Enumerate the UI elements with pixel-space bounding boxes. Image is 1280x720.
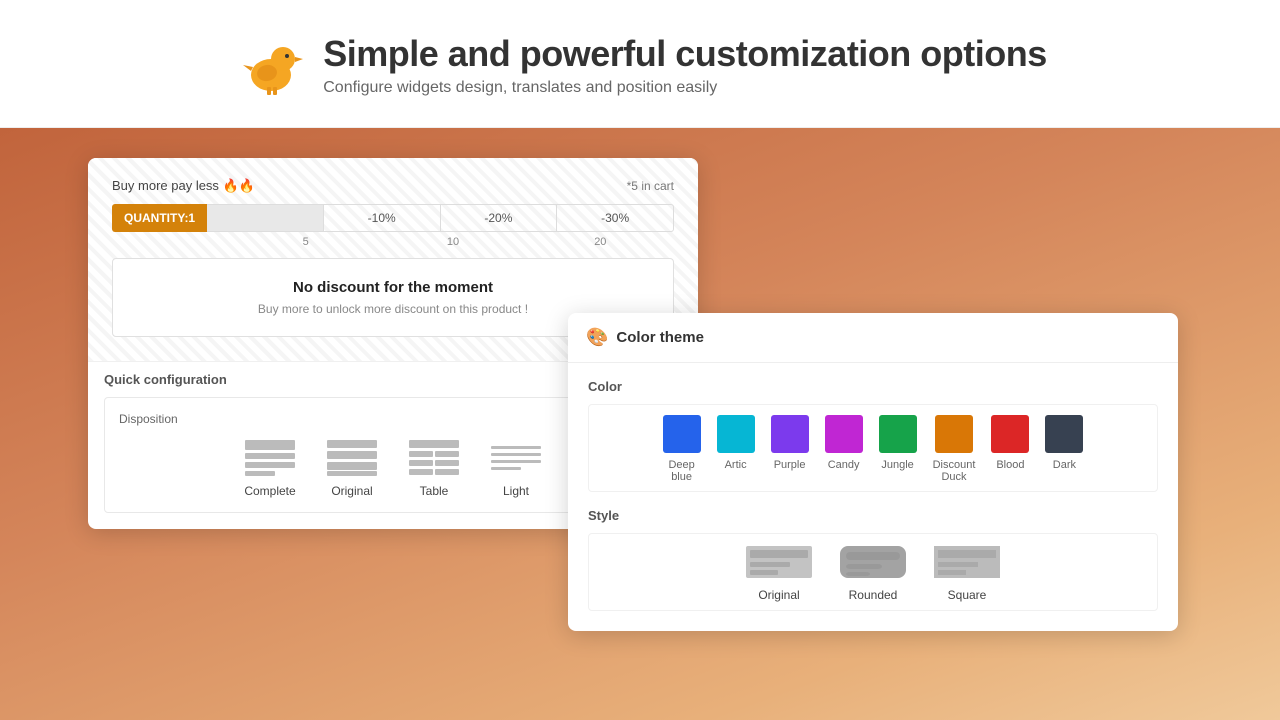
- blood-swatch: [991, 415, 1029, 453]
- page-subtitle: Configure widgets design, translates and…: [323, 79, 1047, 97]
- color-jungle[interactable]: Jungle: [879, 415, 917, 483]
- candy-label: Candy: [828, 459, 860, 471]
- color-dark[interactable]: Dark: [1045, 415, 1083, 483]
- quantity-bar: QUANTITY:1 -10% -20% -30%: [112, 204, 674, 232]
- complete-label: Complete: [244, 484, 295, 498]
- qty-num-10: 10: [379, 236, 526, 248]
- jungle-label: Jungle: [881, 459, 913, 471]
- artic-label: Artic: [725, 459, 747, 471]
- no-discount-title: No discount for the moment: [129, 279, 657, 296]
- qty-segment-1: [207, 204, 324, 232]
- candy-swatch: [825, 415, 863, 453]
- original-label: Original: [331, 484, 372, 498]
- blood-label: Blood: [996, 459, 1024, 471]
- color-card-header: 🎨 Color theme: [568, 313, 1178, 363]
- qty-segment-2: -10%: [324, 204, 441, 232]
- duck-logo-icon: [233, 29, 305, 101]
- disposition-table[interactable]: Table: [407, 438, 461, 498]
- table-icon: [407, 438, 461, 478]
- qty-segment-3: -20%: [441, 204, 558, 232]
- dark-swatch: [1045, 415, 1083, 453]
- color-section-label: Color: [588, 379, 1158, 394]
- style-rounded-icon: [838, 544, 908, 580]
- style-rounded-label: Rounded: [849, 588, 898, 602]
- color-card-body: Color Deepblue Artic Purple: [568, 363, 1178, 631]
- color-grid: Deepblue Artic Purple Candy: [588, 404, 1158, 492]
- widget-top-row: Buy more pay less 🔥🔥 *5 in cart: [112, 178, 674, 194]
- deep-blue-label: Deepblue: [668, 459, 694, 483]
- page-title: Simple and powerful customization option…: [323, 33, 1047, 75]
- purple-label: Purple: [774, 459, 806, 471]
- qty-numbers: 5 10 20: [232, 236, 674, 248]
- discount-duck-label: DiscountDuck: [933, 459, 976, 483]
- color-theme-card: 🎨 Color theme Color Deepblue Artic: [568, 313, 1178, 631]
- style-original-icon: [744, 544, 814, 580]
- color-artic[interactable]: Artic: [717, 415, 755, 483]
- style-square-icon: [932, 544, 1002, 580]
- style-square-label: Square: [948, 588, 987, 602]
- table-label: Table: [420, 484, 449, 498]
- color-purple[interactable]: Purple: [771, 415, 809, 483]
- qty-segment-4: -30%: [557, 204, 674, 232]
- buy-more-label: Buy more pay less 🔥🔥: [112, 178, 255, 194]
- light-label: Light: [503, 484, 529, 498]
- style-original-label: Original: [758, 588, 799, 602]
- disposition-original[interactable]: Original: [325, 438, 379, 498]
- style-grid: Original Rounded: [588, 533, 1158, 611]
- jungle-swatch: [879, 415, 917, 453]
- cart-label: *5 in cart: [627, 179, 674, 193]
- artic-swatch: [717, 415, 755, 453]
- color-candy[interactable]: Candy: [825, 415, 863, 483]
- style-section: Style Original: [588, 508, 1158, 611]
- style-section-label: Style: [588, 508, 1158, 523]
- header: Simple and powerful customization option…: [0, 0, 1280, 128]
- complete-icon: [243, 438, 297, 478]
- style-original[interactable]: Original: [744, 544, 814, 602]
- color-discount-duck[interactable]: DiscountDuck: [933, 415, 976, 483]
- disposition-complete[interactable]: Complete: [243, 438, 297, 498]
- main-area: Buy more pay less 🔥🔥 *5 in cart QUANTITY…: [0, 128, 1280, 720]
- color-deep-blue[interactable]: Deepblue: [663, 415, 701, 483]
- header-text: Simple and powerful customization option…: [323, 33, 1047, 97]
- discount-duck-swatch: [935, 415, 973, 453]
- palette-icon: 🎨: [586, 327, 608, 348]
- style-square[interactable]: Square: [932, 544, 1002, 602]
- style-rounded[interactable]: Rounded: [838, 544, 908, 602]
- color-card-title: Color theme: [616, 329, 704, 346]
- qty-num-5: 5: [232, 236, 379, 248]
- purple-swatch: [771, 415, 809, 453]
- light-icon: [489, 438, 543, 478]
- qty-num-20: 20: [527, 236, 674, 248]
- dark-label: Dark: [1053, 459, 1076, 471]
- qty-label: QUANTITY:1: [112, 204, 207, 232]
- original-icon: [325, 438, 379, 478]
- disposition-light[interactable]: Light: [489, 438, 543, 498]
- deep-blue-swatch: [663, 415, 701, 453]
- color-blood[interactable]: Blood: [991, 415, 1029, 483]
